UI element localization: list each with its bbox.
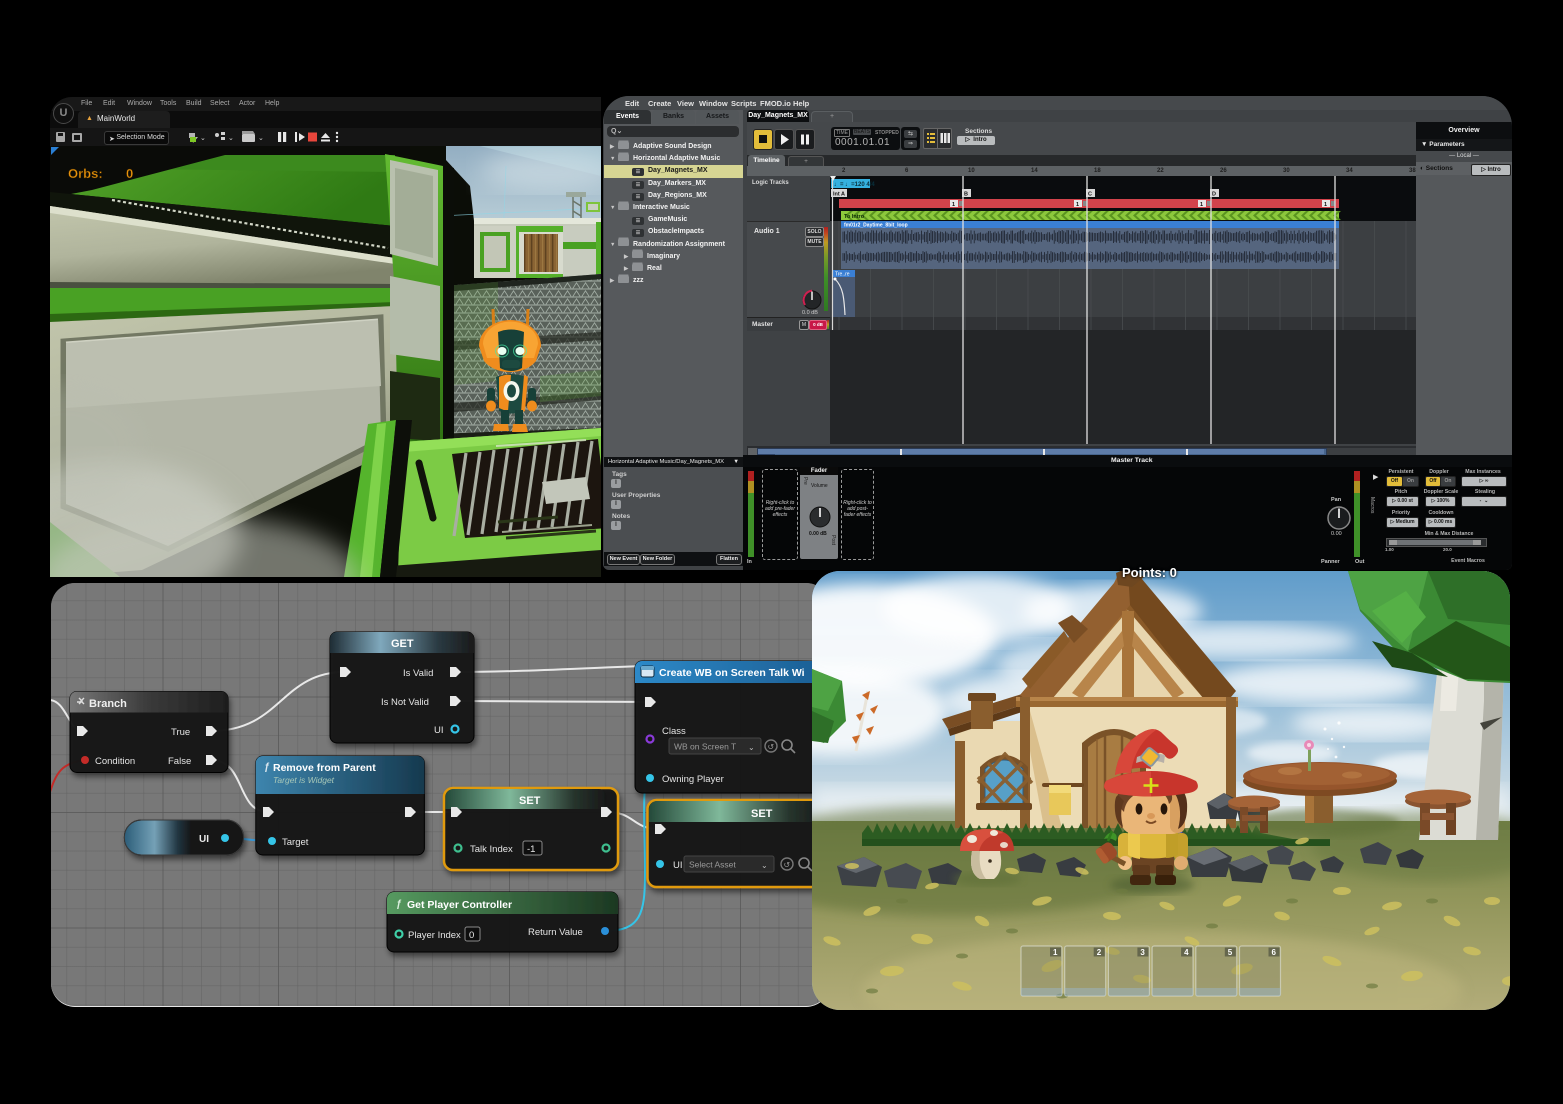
svg-text:C: C xyxy=(1088,192,1092,198)
svg-text:⌄: ⌄ xyxy=(228,135,234,142)
svg-text:Is Not Valid: Is Not Valid xyxy=(381,697,429,708)
svg-text:ƒ: ƒ xyxy=(264,762,270,773)
svg-text:0: 0 xyxy=(126,166,133,181)
svg-text:1: 1 xyxy=(952,202,955,208)
svg-text:1: 1 xyxy=(1200,202,1203,208)
svg-text:⌄: ⌄ xyxy=(761,861,768,870)
svg-text:Get Player Controller: Get Player Controller xyxy=(407,899,512,911)
svg-text:Branch: Branch xyxy=(89,698,127,710)
svg-text:Create WB on Screen Talk Wi: Create WB on Screen Talk Wi xyxy=(659,667,805,679)
svg-text:Talk Index: Talk Index xyxy=(470,844,513,855)
svg-text:3: 3 xyxy=(1140,948,1145,957)
svg-text:Tre..re: Tre..re xyxy=(835,272,850,278)
svg-text:False: False xyxy=(168,756,191,767)
svg-text:6: 6 xyxy=(1272,948,1277,957)
svg-text:UI: UI xyxy=(673,860,683,871)
svg-text:Condition: Condition xyxy=(95,756,135,767)
svg-text:Target: Target xyxy=(282,837,309,848)
svg-text:Class: Class xyxy=(662,726,686,737)
svg-text:WB on Screen T: WB on Screen T xyxy=(674,742,736,752)
svg-text:♩= ♩=120 4/4: ♩= ♩=120 4/4 xyxy=(834,182,875,188)
svg-text:-1: -1 xyxy=(527,844,535,855)
svg-text:True: True xyxy=(171,727,190,738)
svg-text:2: 2 xyxy=(1097,948,1102,957)
svg-text:Select Asset: Select Asset xyxy=(689,860,736,870)
svg-text:Int A: Int A xyxy=(833,192,845,198)
svg-text:1: 1 xyxy=(1324,202,1327,208)
svg-text:UI: UI xyxy=(199,834,209,845)
svg-text:To Intro: To Intro xyxy=(844,214,865,220)
svg-text:GET: GET xyxy=(391,638,414,650)
svg-text:4: 4 xyxy=(1184,948,1189,957)
svg-text:UI: UI xyxy=(434,725,444,736)
svg-text:Return Value: Return Value xyxy=(528,927,583,938)
svg-text:5: 5 xyxy=(1228,948,1233,957)
svg-text:Target is Widget: Target is Widget xyxy=(273,775,335,785)
svg-text:0: 0 xyxy=(469,930,474,941)
svg-text:Remove from Parent: Remove from Parent xyxy=(273,762,376,774)
svg-text:↺: ↺ xyxy=(784,861,791,870)
svg-text:SET: SET xyxy=(519,795,541,807)
svg-text:⌄: ⌄ xyxy=(748,743,755,752)
svg-text:ƒ: ƒ xyxy=(396,899,402,910)
svg-text:1: 1 xyxy=(1053,948,1058,957)
svg-text:D: D xyxy=(1212,192,1216,198)
svg-text:Owning Player: Owning Player xyxy=(662,774,724,785)
svg-text:Player Index: Player Index xyxy=(408,930,461,941)
svg-text:⌄: ⌄ xyxy=(258,135,264,142)
svg-text:Is Valid: Is Valid xyxy=(403,668,433,679)
svg-text:Orbs:: Orbs: xyxy=(68,166,103,181)
svg-text:↺: ↺ xyxy=(768,743,775,752)
svg-text:B: B xyxy=(964,192,968,198)
svg-text:1: 1 xyxy=(1076,202,1079,208)
svg-text:⌄: ⌄ xyxy=(200,135,206,142)
svg-text:SET: SET xyxy=(751,808,773,820)
svg-text:fm01r2_Daytime_8bit_loop: fm01r2_Daytime_8bit_loop xyxy=(844,223,908,229)
